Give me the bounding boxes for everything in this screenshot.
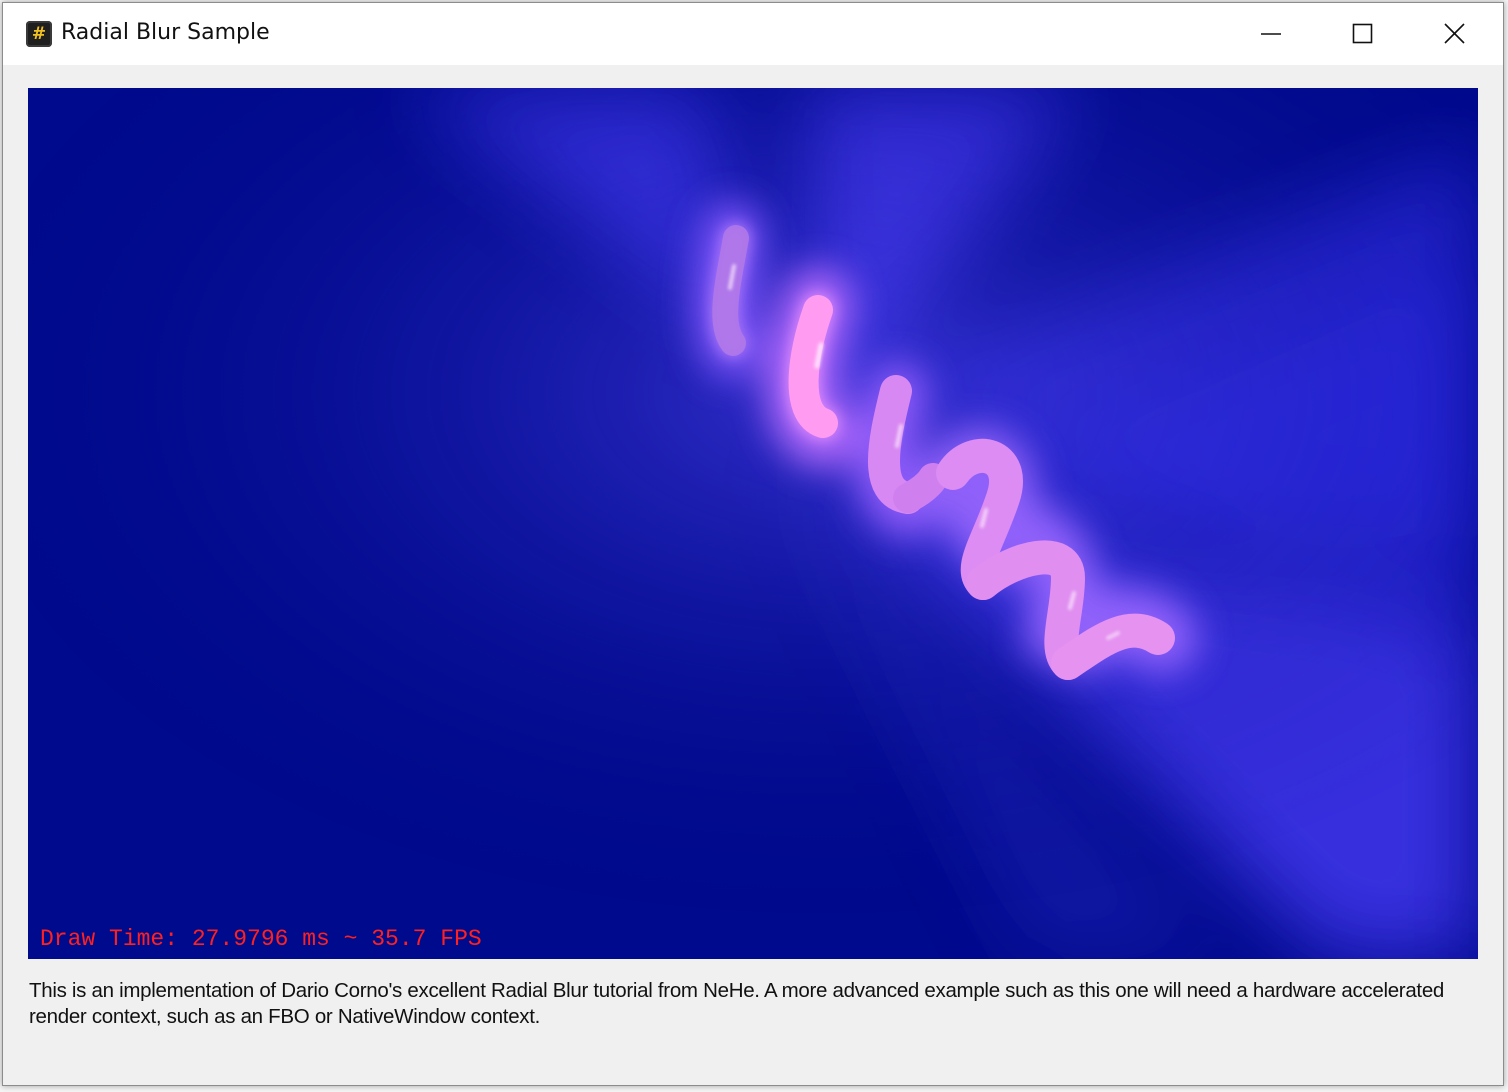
app-window: Radial Blur Sample — [2, 2, 1504, 1086]
render-canvas[interactable]: Draw Time: 27.9796 ms ~ 35.7 FPS — [28, 88, 1478, 959]
window-title: Radial Blur Sample — [61, 20, 270, 45]
radial-blur-scene — [28, 88, 1478, 959]
description-text: This is an implementation of Dario Corno… — [29, 979, 1445, 1028]
app-icon[interactable] — [26, 21, 52, 47]
maximize-button[interactable] — [1317, 3, 1409, 65]
minimize-icon — [1261, 33, 1281, 35]
close-icon — [1444, 23, 1465, 44]
close-button[interactable] — [1409, 3, 1501, 65]
fps-readout: Draw Time: 27.9796 ms ~ 35.7 FPS — [40, 926, 482, 952]
minimize-button[interactable] — [1225, 3, 1317, 65]
maximize-icon — [1352, 23, 1373, 44]
title-bar[interactable]: Radial Blur Sample — [3, 3, 1503, 65]
